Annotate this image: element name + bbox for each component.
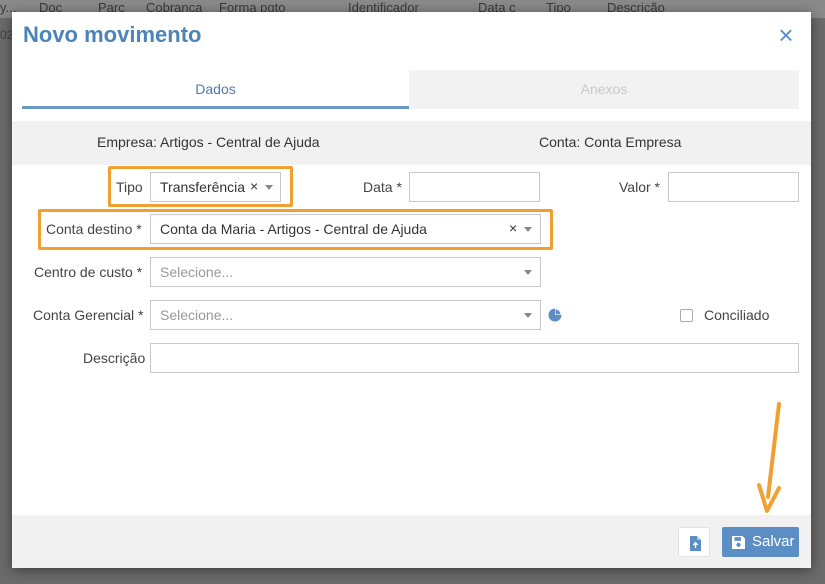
descricao-label: Descrição bbox=[83, 350, 146, 366]
data-input[interactable] bbox=[409, 172, 540, 202]
conta-destino-highlight-box bbox=[38, 209, 553, 250]
valor-label: Valor * bbox=[619, 179, 660, 195]
chevron-down-icon bbox=[524, 270, 532, 275]
empresa-info: Empresa: Artigos - Central de Ajuda bbox=[97, 134, 320, 150]
pie-chart-icon[interactable] bbox=[548, 308, 562, 322]
centro-custo-label: Centro de custo * bbox=[34, 264, 143, 280]
conciliado-checkbox[interactable] bbox=[680, 309, 693, 322]
tab-anexos[interactable]: Anexos bbox=[409, 70, 799, 109]
file-upload-icon bbox=[690, 536, 701, 551]
conta-info: Conta: Conta Empresa bbox=[539, 134, 682, 150]
new-movement-modal: Novo movimento × Dados Anexos Empresa: A… bbox=[12, 12, 811, 568]
modal-footer: Salvar bbox=[12, 515, 811, 568]
save-button-label: Salvar bbox=[752, 533, 795, 550]
account-info-bar: Empresa: Artigos - Central de Ajuda Cont… bbox=[12, 121, 811, 165]
descricao-input[interactable] bbox=[150, 343, 799, 373]
close-icon: × bbox=[778, 20, 794, 50]
tab-bar: Dados Anexos bbox=[22, 70, 799, 109]
tipo-highlight-box bbox=[108, 166, 293, 207]
conciliado-label: Conciliado bbox=[704, 307, 770, 323]
save-button[interactable]: Salvar bbox=[722, 527, 799, 557]
centro-custo-select[interactable]: Selecione... bbox=[150, 257, 541, 287]
save-icon bbox=[732, 536, 745, 549]
conta-gerencial-placeholder: Selecione... bbox=[160, 307, 234, 323]
valor-input[interactable] bbox=[668, 172, 799, 202]
data-label: Data * bbox=[363, 179, 402, 195]
chevron-down-icon bbox=[524, 313, 532, 318]
close-button[interactable]: × bbox=[775, 22, 797, 48]
conta-gerencial-select[interactable]: Selecione... bbox=[150, 300, 541, 330]
attach-file-button[interactable] bbox=[678, 527, 710, 557]
conta-gerencial-label: Conta Gerencial * bbox=[33, 307, 144, 323]
modal-title: Novo movimento bbox=[23, 22, 202, 47]
centro-custo-placeholder: Selecione... bbox=[160, 264, 234, 280]
tab-dados[interactable]: Dados bbox=[22, 70, 409, 109]
